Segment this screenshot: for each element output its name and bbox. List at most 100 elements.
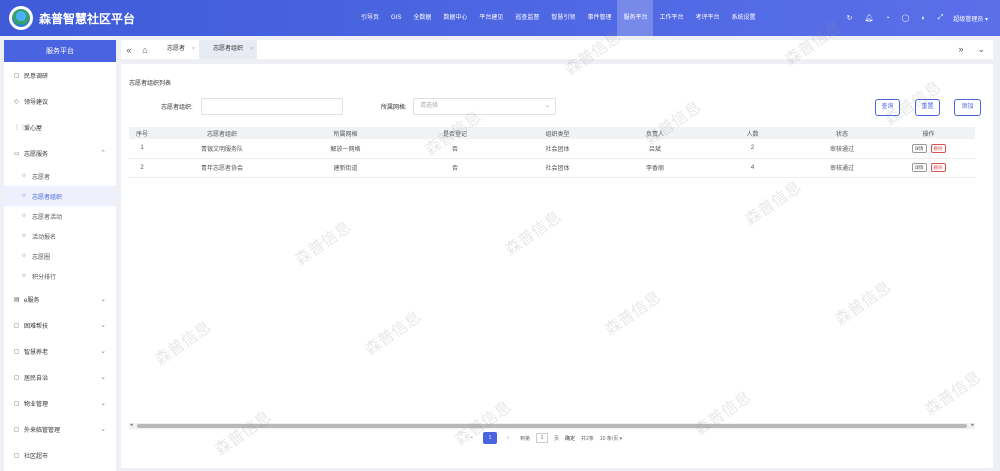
user-menu[interactable]: 超级管理员 ▾ [953,14,988,23]
sidebar-subitem[interactable]: ○ 志愿者 [4,166,116,186]
topnav-item[interactable]: 工作平台 [653,0,689,36]
sidebar-item[interactable]: ◻ 社区超市 [4,442,116,468]
page-size-select[interactable]: 10 条/页 ▾ [600,435,622,442]
sidebar-item[interactable]: ◻ 民意调研 [4,62,116,88]
delete-button[interactable]: 删除 [930,143,946,153]
sidebar-item[interactable]: ◻ 困难帮扶 ⌄ [4,312,116,338]
topnav-item[interactable]: 平台建见 [473,0,509,36]
scroll-thumb[interactable] [137,424,967,428]
scroll-tabs-icon[interactable]: » [958,44,963,55]
sidebar-item[interactable]: ◻ 智慧养老 ⌄ [4,338,116,364]
filter-name-label: 志愿者组织: [161,105,193,111]
menu-icon: ◻ [14,322,19,329]
chevron-down-icon: ⌄ [100,374,106,381]
topnav-item[interactable]: 智慧引领 [545,0,581,36]
goto-page-input[interactable]: 1 [536,433,549,443]
org-table: 序号 志愿者组织 所属网格 是否登记 组织类型 负责人 人数 状态 操作 1 青银文明服务队 解放一… [129,127,975,178]
topnav-item[interactable]: 事件管理 [581,0,617,36]
topnav-item[interactable]: 系统设置 [726,0,762,36]
sidebar-subitem[interactable]: ○ 活动报名 [4,226,116,246]
user-icon[interactable]: ◔ [885,15,889,22]
bell-icon[interactable]: 🔔︎ [864,14,873,22]
tab-label: 志愿者 [167,46,186,52]
sidebar-item[interactable]: ⋮⋮ 爱心屋 [4,114,116,140]
add-button[interactable]: 添加 [954,99,981,116]
table-cell: 社会团体 [508,139,607,159]
delete-button[interactable]: 删除 [930,163,946,172]
detail-button[interactable]: 详情 [911,163,927,172]
grid-select[interactable]: 请选择 ⌄ [413,98,556,115]
sidebar-subitem-label: 志愿者活动 [32,214,63,221]
reset-button[interactable]: 重置 [915,99,940,116]
main-content: 志愿者组织列表 志愿者组织: 所属网格: 请选择 ⌄ 查询 重置 添加 序号 志愿… [121,64,993,468]
detail-button[interactable]: 详情 [911,143,927,153]
theme-icon[interactable]: ◐ [921,15,925,22]
table-row: 1 青银文明服务队 解放一网格否社会团体 吕斌 2 审核通过 详情 删除 [129,139,975,159]
column-header: 组织类型 [508,127,607,139]
tab-item[interactable]: 志愿者组织 × [199,40,258,59]
topnav-item[interactable]: 考评平台 [689,0,725,36]
topnav-item[interactable]: 全数据 [407,0,437,36]
menu-icon: ▤ [14,296,20,303]
column-header: 所属网格 [289,127,402,139]
sidebar-subitem[interactable]: ○ 积分排行 [4,266,116,286]
home-icon[interactable]: ⌂ [137,45,153,55]
scroll-left-icon[interactable]: ◂ [130,422,133,428]
sidebar-item-label: 爱心屋 [24,125,43,132]
sidebar-subitem[interactable]: ○ 志愿圈 [4,246,116,266]
topnav-item[interactable]: 巡查监督 [509,0,545,36]
goto-confirm-button[interactable]: 确定 [565,435,575,442]
query-button[interactable]: 查询 [875,99,900,116]
table-cell: 否 [402,158,508,178]
sidebar-subitem-label: 活动报名 [32,234,57,241]
column-header: 序号 [129,127,155,139]
next-page-icon[interactable]: › [501,432,515,444]
menu-icon: ◻ [14,72,19,79]
close-icon[interactable]: × [250,40,253,59]
topnav-item[interactable]: 数据中心 [437,0,473,36]
sidebar-subitem[interactable]: ○ 志愿者活动 [4,206,116,226]
horizontal-scrollbar[interactable]: ◂ ▸ [129,422,975,429]
menu-icon: ◻ [14,348,19,355]
table-cell-actions: 详情 删除 [882,158,975,178]
sidebar-item-label: 志愿服务 [24,151,49,158]
fullscreen-icon[interactable]: ⤢ [938,14,944,22]
topnav-item[interactable]: 服务平台 [617,0,654,36]
chat-icon[interactable]: ◯ [902,14,910,22]
table-cell: 2 [703,139,802,159]
close-icon[interactable]: × [192,40,195,59]
menu-icon: ◻ [14,400,19,407]
sidebar-item[interactable]: ◻ 物业管理 ⌄ [4,390,116,416]
table-row: 2 青年志愿者协会 建新街道否社会团体 李香丽 4 审核通过 详情 删除 [129,158,975,178]
column-header: 操作 [882,127,975,139]
table-cell: 否 [402,139,508,159]
menu-icon: ▭ [14,150,20,157]
scroll-right-icon[interactable]: ▸ [971,422,974,428]
table-cell: 建新街道 [289,158,402,178]
tabs-bar: « ⌂ 志愿者 × 志愿者组织 × » ⌄ [121,40,993,59]
table-cell: 吕斌 [607,139,703,159]
sidebar-item-label: e服务 [24,297,40,304]
collapse-sidebar-icon[interactable]: « [121,45,137,55]
prev-page-icon[interactable]: ‹ [465,432,479,444]
sidebar-subitem[interactable]: ○ 志愿者组织 [4,186,116,206]
section-title: 志愿者组织列表 [129,81,172,87]
sidebar-item[interactable]: ◇ 领导建议 [4,88,116,114]
sidebar-item[interactable]: ▭ 志愿服务 ⌃ [4,140,116,166]
refresh-icon[interactable]: ↻ [847,14,853,22]
sidebar: 服务平台 ◻ 民意调研 ◇ 领导建议 ⋮⋮ 爱心屋 ▭ 志愿服务 ⌃ ○ 志愿者 ○ 志愿者组织 ○ 志愿者… [4,40,116,471]
total-count: 共2条 [581,435,594,442]
tab-item[interactable]: 志愿者 × [153,40,199,59]
page-number[interactable]: 1 [483,432,497,444]
topnav-item[interactable]: 引导页 [355,0,385,36]
sidebar-item-label: 外来临管管理 [24,427,61,434]
tabs-menu-icon[interactable]: ⌄ [977,44,985,55]
circle-icon: ○ [22,253,26,259]
org-name-input[interactable] [201,98,343,115]
circle-icon: ○ [22,273,26,279]
chevron-down-icon: ⌄ [100,400,106,407]
topnav-item[interactable]: GIS [385,0,407,36]
sidebar-item[interactable]: ◻ 外来临管管理 ⌄ [4,416,116,442]
sidebar-item[interactable]: ▤ e服务 ⌄ [4,286,116,312]
sidebar-item[interactable]: ◻ 居民自治 ⌄ [4,364,116,390]
